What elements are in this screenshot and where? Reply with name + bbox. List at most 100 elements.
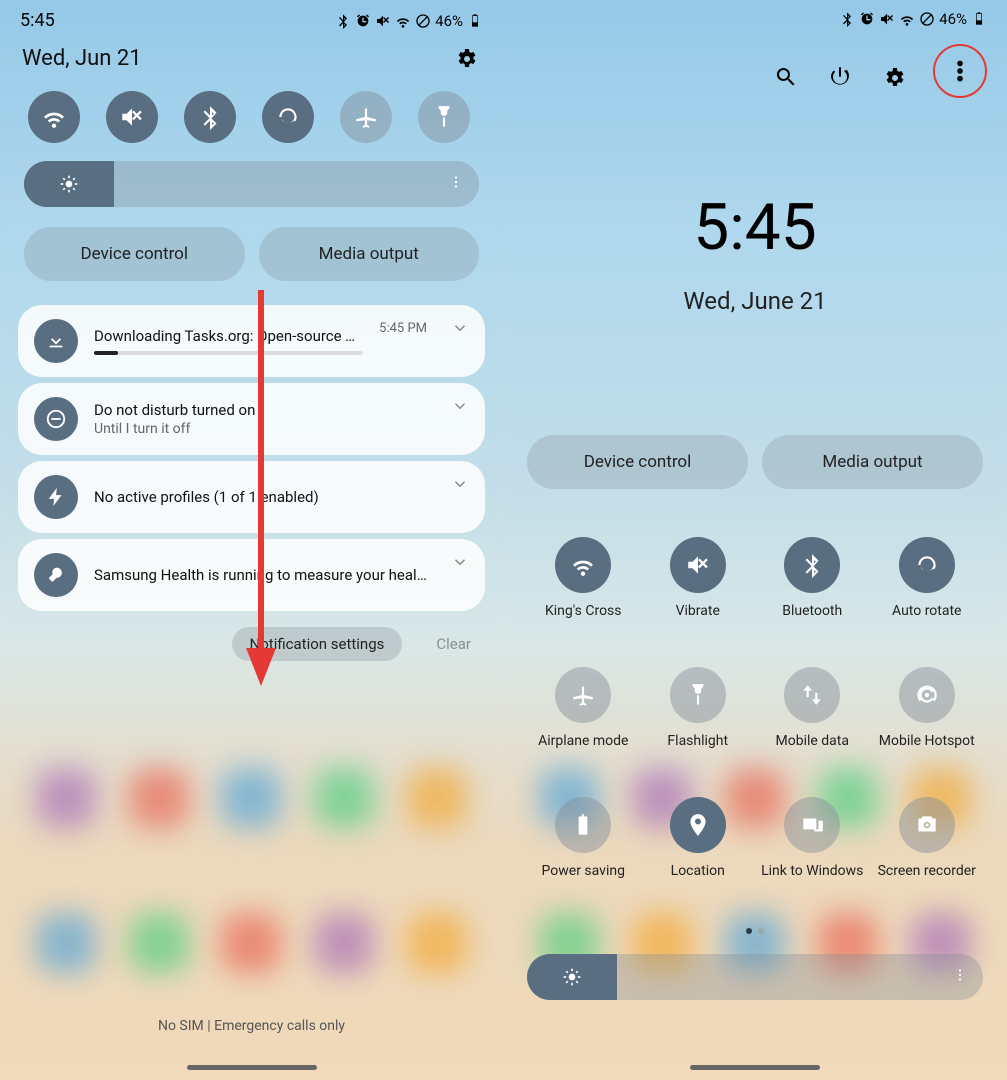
quick-settings-grid: King's Cross Vibrate Bluetooth Auto rota… (503, 513, 1007, 907)
device-control-label: Device control (584, 452, 692, 472)
qs-wifi[interactable] (555, 537, 611, 593)
date-label: Wed, Jun 21 (22, 46, 142, 71)
download-icon (34, 319, 78, 363)
qs-label: Screen recorder (875, 863, 980, 897)
alarm-icon (859, 11, 875, 27)
notification-dnd[interactable]: Do not disturb turned on Until I turn it… (18, 383, 485, 455)
notification-subtitle: Until I turn it off (94, 421, 427, 437)
bolt-icon (34, 475, 78, 519)
link-icon (799, 812, 825, 838)
more-vert-icon (447, 173, 465, 191)
dnd-icon (919, 11, 935, 27)
qs-sound[interactable] (106, 91, 158, 143)
wifi-icon (41, 104, 67, 130)
wifi-icon (395, 13, 411, 29)
qs-screen-recorder[interactable] (899, 797, 955, 853)
vibrate-icon (119, 104, 145, 130)
battery-icon (467, 13, 483, 29)
qs-vibrate[interactable] (670, 537, 726, 593)
hotspot-icon (914, 682, 940, 708)
notification-profiles[interactable]: No active profiles (1 of 1 enabled) (18, 461, 485, 533)
big-date: Wed, June 21 (503, 287, 1007, 315)
qs-link-windows[interactable] (784, 797, 840, 853)
settings-button[interactable] (879, 62, 909, 92)
search-button[interactable] (771, 62, 801, 92)
nav-handle[interactable] (187, 1065, 317, 1070)
gear-icon (454, 46, 478, 70)
search-icon (774, 65, 798, 89)
battery-percent: 46% (939, 10, 967, 28)
bluetooth-icon (839, 11, 855, 27)
qs-bluetooth[interactable] (184, 91, 236, 143)
expand-icon[interactable] (451, 475, 469, 497)
mute-icon (375, 13, 391, 29)
airplane-icon (353, 104, 379, 130)
qs-label: Location (646, 863, 751, 897)
brightness-more[interactable] (447, 173, 465, 195)
status-time: 5:45 (20, 10, 55, 31)
clear-button[interactable]: Clear (430, 627, 477, 661)
qs-rotate[interactable] (899, 537, 955, 593)
qs-label: Flashlight (646, 733, 751, 767)
qs-label: Power saving (531, 863, 636, 897)
dnd-icon (34, 397, 78, 441)
qs-wifi[interactable] (28, 91, 80, 143)
status-bar: 5:45 46% (0, 0, 503, 33)
media-output-button[interactable]: Media output (259, 227, 480, 281)
rotate-icon (275, 104, 301, 130)
qs-rotate[interactable] (262, 91, 314, 143)
nav-handle[interactable] (690, 1065, 820, 1070)
page-indicator (503, 919, 1007, 938)
qs-label: Mobile Hotspot (875, 733, 980, 767)
expand-icon[interactable] (451, 397, 469, 419)
qs-airplane[interactable] (555, 667, 611, 723)
device-control-label: Device control (80, 244, 188, 264)
qs-power-saving[interactable] (555, 797, 611, 853)
notification-list: Downloading Tasks.org: Open-source To-Do… (0, 305, 503, 611)
qs-airplane[interactable] (340, 91, 392, 143)
battery-percent: 46% (435, 12, 463, 30)
qs-label: King's Cross (531, 603, 636, 637)
top-actions (503, 30, 1007, 114)
brightness-slider[interactable] (24, 161, 479, 207)
device-control-button[interactable]: Device control (24, 227, 245, 281)
flashlight-icon (431, 104, 457, 130)
wifi-icon (570, 552, 596, 578)
battery-icon (570, 812, 596, 838)
notification-health[interactable]: Samsung Health is running to measure you… (18, 539, 485, 611)
phone-left-notification-panel: 5:45 46% Wed, Jun 21 (0, 0, 503, 1080)
qs-flashlight[interactable] (670, 667, 726, 723)
qs-label: Auto rotate (875, 603, 980, 637)
bluetooth-icon (335, 13, 351, 29)
rotate-icon (914, 552, 940, 578)
expand-icon[interactable] (451, 319, 469, 341)
wifi-icon (899, 11, 915, 27)
dnd-icon (415, 13, 431, 29)
settings-button[interactable] (451, 43, 481, 73)
qs-bluetooth[interactable] (784, 537, 840, 593)
expand-icon[interactable] (451, 553, 469, 575)
battery-icon (971, 11, 987, 27)
power-button[interactable] (825, 62, 855, 92)
qs-location[interactable] (670, 797, 726, 853)
more-button-highlighted[interactable] (933, 44, 987, 98)
qs-flashlight[interactable] (418, 91, 470, 143)
qs-mobile-data[interactable] (784, 667, 840, 723)
media-output-button[interactable]: Media output (762, 435, 983, 489)
notification-title: Do not disturb turned on (94, 401, 427, 419)
data-icon (799, 682, 825, 708)
notification-title: No active profiles (1 of 1 enabled) (94, 488, 427, 506)
record-icon (914, 812, 940, 838)
notification-download[interactable]: Downloading Tasks.org: Open-source To-Do… (18, 305, 485, 377)
device-control-button[interactable]: Device control (527, 435, 748, 489)
phone-right-quick-panel: 46% 5:45 Wed, June 21 Device control Med… (503, 0, 1007, 1080)
qs-hotspot[interactable] (899, 667, 955, 723)
brightness-icon (562, 967, 582, 987)
power-icon (828, 65, 852, 89)
health-icon (34, 553, 78, 597)
brightness-slider[interactable] (527, 954, 983, 1000)
notification-settings-button[interactable]: Notification settings (232, 627, 403, 661)
brightness-more[interactable] (951, 966, 969, 988)
qs-label: Link to Windows (760, 863, 865, 897)
emergency-text: No SIM | Emergency calls only (0, 1018, 503, 1034)
